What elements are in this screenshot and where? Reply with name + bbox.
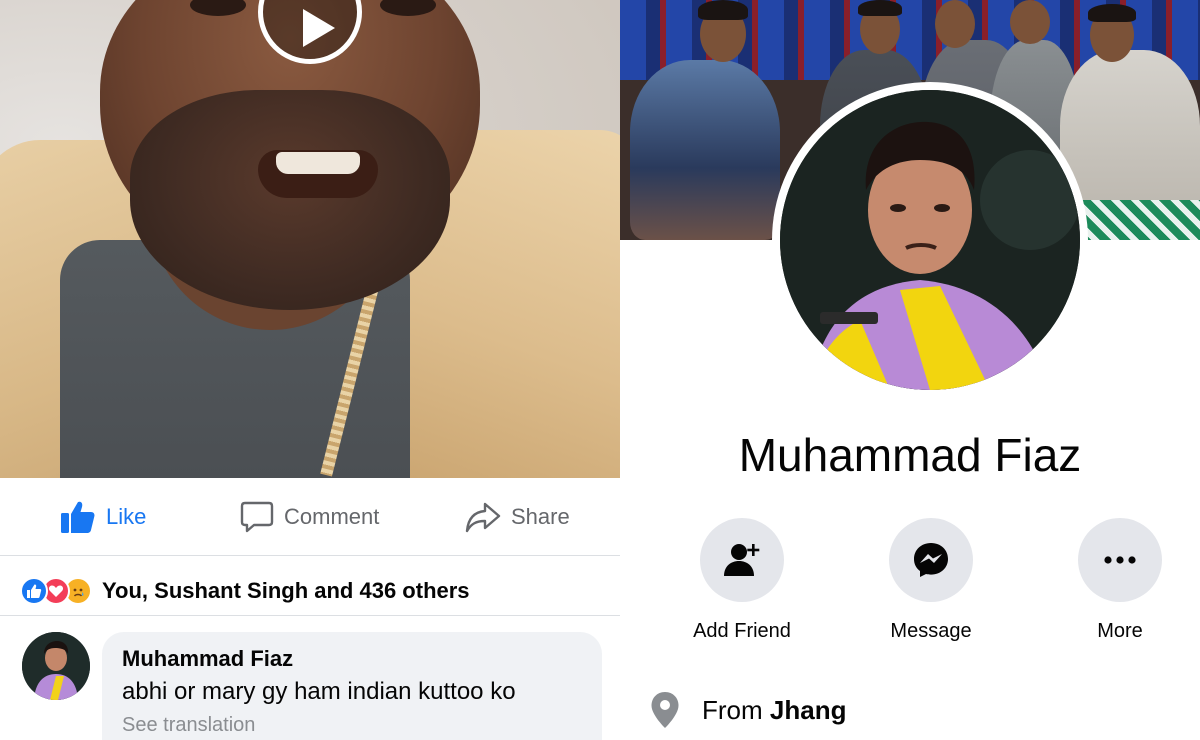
profile-location-row: From Jhang bbox=[650, 688, 846, 732]
cover-person bbox=[630, 60, 780, 240]
add-friend-icon bbox=[724, 544, 760, 576]
cover-person-hair bbox=[858, 0, 902, 16]
video-player[interactable] bbox=[0, 0, 620, 478]
profile-picture-image bbox=[780, 90, 1080, 390]
from-prefix: From bbox=[702, 694, 770, 725]
cover-person-head bbox=[935, 0, 975, 48]
comment-author-name[interactable]: Muhammad Fiaz bbox=[122, 646, 582, 672]
video-beard bbox=[130, 90, 450, 310]
add-friend-icon-circle bbox=[700, 518, 784, 602]
add-friend-button[interactable]: Add Friend bbox=[687, 518, 797, 643]
profile-picture[interactable] bbox=[772, 82, 1088, 398]
more-button[interactable]: More bbox=[1065, 518, 1175, 643]
cover-person-hair bbox=[698, 0, 748, 20]
profile-name: Muhammad Fiaz bbox=[738, 429, 1082, 481]
thumbs-up-icon bbox=[61, 501, 95, 533]
comment-bubble: Muhammad Fiaz abhi or mary gy ham indian… bbox=[102, 632, 602, 740]
post-action-bar: Like Comment Share bbox=[0, 478, 620, 556]
reactions-summary-text: You, Sushant Singh and 436 others bbox=[102, 578, 470, 603]
comment-author-avatar[interactable] bbox=[22, 632, 90, 700]
post-panel: Like Comment Share You, Sushant Singh an… bbox=[0, 0, 620, 740]
share-button[interactable]: Share bbox=[465, 478, 570, 556]
cover-person-hair bbox=[1088, 4, 1136, 22]
action-divider bbox=[0, 555, 620, 556]
play-icon bbox=[303, 9, 335, 47]
message-label: Message bbox=[890, 620, 972, 642]
cover-rug bbox=[1080, 200, 1200, 240]
like-button[interactable]: Like bbox=[60, 478, 146, 556]
comment-bubble-icon bbox=[240, 501, 274, 533]
cover-person-head bbox=[1010, 0, 1050, 44]
video-teeth bbox=[276, 152, 360, 174]
reactions-divider bbox=[0, 615, 620, 616]
messenger-icon bbox=[914, 543, 948, 577]
see-translation-link[interactable]: See translation bbox=[122, 714, 582, 737]
message-button[interactable]: Message bbox=[876, 518, 986, 643]
reactions-summary[interactable]: You, Sushant Singh and 436 others bbox=[20, 572, 470, 610]
message-icon-circle bbox=[889, 518, 973, 602]
comment-text: abhi or mary gy ham indian kuttoo ko bbox=[122, 678, 516, 705]
from-place-link[interactable]: Jhang bbox=[770, 695, 847, 725]
more-label: More bbox=[1097, 620, 1143, 642]
share-label: Share bbox=[511, 504, 570, 529]
share-arrow-icon bbox=[465, 502, 501, 533]
comment-label: Comment bbox=[284, 504, 380, 529]
like-reaction-icon bbox=[20, 577, 48, 605]
location-pin-icon bbox=[651, 692, 679, 728]
more-icon-circle bbox=[1078, 518, 1162, 602]
comment-button[interactable]: Comment bbox=[240, 478, 379, 556]
more-dots-icon bbox=[1104, 556, 1136, 564]
like-label: Like bbox=[106, 504, 147, 529]
profile-panel: Muhammad Fiaz Add Friend Message More Fr… bbox=[620, 0, 1200, 740]
add-friend-label: Add Friend bbox=[693, 620, 791, 642]
profile-location-text: From Jhang bbox=[702, 695, 846, 726]
